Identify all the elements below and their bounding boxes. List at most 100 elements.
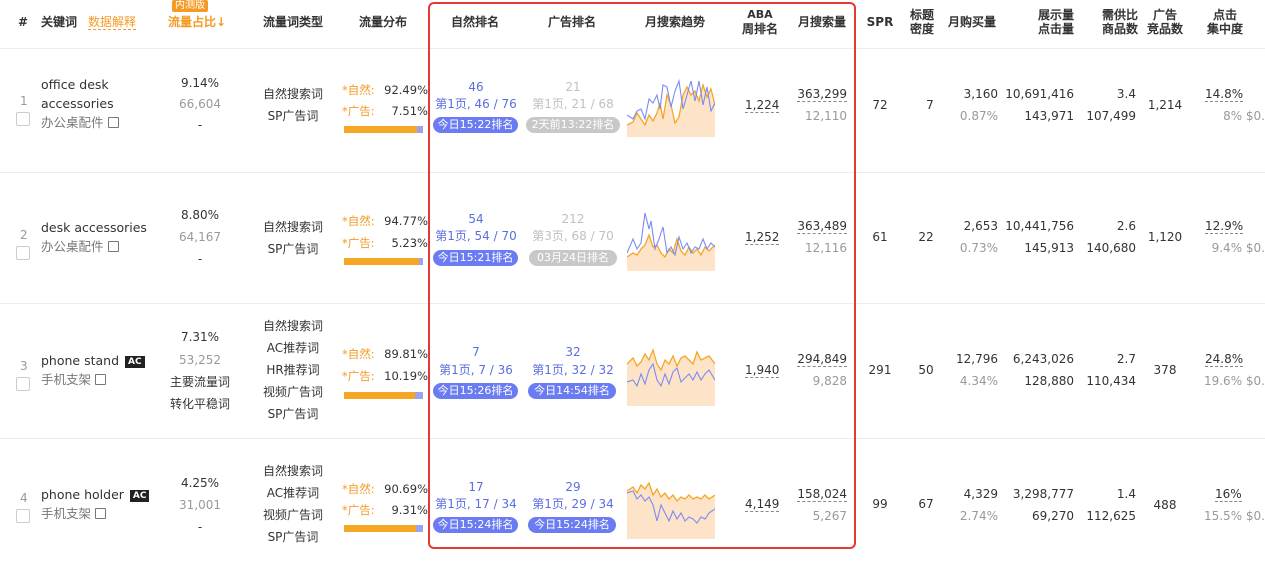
click-concentration[interactable]: 16% <box>1215 487 1242 502</box>
organic-pct: 92.49% <box>384 83 428 97</box>
keyword-text[interactable]: phone stand <box>41 353 119 368</box>
header-ad-competitors-2[interactable]: 竞品数 <box>1144 22 1186 36</box>
keyword-cn: 办公桌配件 <box>41 239 104 254</box>
title-density: 7 <box>926 98 934 112</box>
traffic-type: SP广告词 <box>267 109 319 123</box>
traffic-type: SP广告词 <box>267 407 319 421</box>
click-concentration-sub: 19.6% $0. <box>1203 374 1265 388</box>
traffic-dist-ad <box>415 525 423 532</box>
traffic-share-count: 31,001 <box>179 498 221 512</box>
ad-competitors: 1,214 <box>1147 98 1183 112</box>
header-impressions: 展示量 <box>1037 8 1074 22</box>
header-clicks[interactable]: 点击量 <box>1020 22 1074 36</box>
organic-pct: 90.69% <box>384 482 428 496</box>
traffic-share: 8.80% <box>180 208 220 222</box>
edit-icon[interactable] <box>107 117 119 128</box>
ad-label: *广告: <box>342 236 375 250</box>
edit-icon[interactable] <box>107 241 119 252</box>
traffic-dist-bar <box>344 258 423 265</box>
traffic-share-count: 64,167 <box>179 230 221 244</box>
supply-demand-ratio: 2.7 <box>1116 352 1136 366</box>
traffic-type: SP广告词 <box>267 530 319 544</box>
row-checkbox[interactable] <box>16 246 30 260</box>
keyword-cn: 办公桌配件 <box>41 115 104 130</box>
row-checkbox[interactable] <box>16 377 30 391</box>
traffic-share: 4.25% <box>180 476 220 490</box>
header-products[interactable]: 商品数 <box>1090 22 1138 36</box>
clicks: 143,971 <box>1024 109 1074 123</box>
click-concentration[interactable]: 24.8% <box>1205 352 1244 367</box>
click-concentration[interactable]: 12.9% <box>1205 219 1244 234</box>
ac-badge: AC <box>125 356 145 368</box>
row-index: 3 <box>20 359 28 373</box>
traffic-type: 自然搜索词 <box>262 464 323 478</box>
organic-label: *自然: <box>342 347 375 361</box>
data-explain-link[interactable]: 数据解释 <box>88 15 137 30</box>
monthly-purchase-pct: 4.34% <box>959 374 998 388</box>
header-traffic-share[interactable]: 流量占比↓ <box>168 15 226 29</box>
keyword-text-2[interactable]: accessories <box>41 94 151 113</box>
keyword-cn: 手机支架 <box>41 372 92 387</box>
title-density: 22 <box>918 230 934 244</box>
header-supply-demand: 需供比 <box>1101 8 1138 22</box>
spr-value: 72 <box>872 98 888 112</box>
organic-label: *自然: <box>342 214 375 228</box>
monthly-purchase: 2,653 <box>963 219 998 233</box>
title-density: 50 <box>918 363 934 377</box>
header-title-density-1: 标题 <box>909 8 934 22</box>
keyword-text[interactable]: phone holder <box>41 487 124 502</box>
highlight-box <box>428 2 856 549</box>
header-title-density-2[interactable]: 密度 <box>904 22 940 36</box>
row-checkbox[interactable] <box>16 112 30 126</box>
ad-competitors: 1,120 <box>1147 230 1183 244</box>
keyword-text[interactable]: office desk <box>41 75 151 94</box>
monthly-purchase-pct: 0.73% <box>959 241 998 255</box>
traffic-share: 7.31% <box>180 330 220 344</box>
row-checkbox[interactable] <box>16 509 30 523</box>
ad-competitors: 488 <box>1153 498 1177 512</box>
monthly-purchase: 4,329 <box>963 487 998 501</box>
traffic-share-tag: 转化平稳词 <box>169 397 230 411</box>
edit-icon[interactable] <box>95 374 107 385</box>
edit-icon[interactable] <box>95 508 107 519</box>
traffic-type: 视频广告词 <box>262 508 323 522</box>
header-spr[interactable]: SPR <box>862 15 898 29</box>
traffic-type: 视频广告词 <box>262 385 323 399</box>
monthly-purchase-pct: 0.87% <box>959 109 998 123</box>
impressions: 6,243,026 <box>1012 352 1074 366</box>
header-click-conc-2[interactable]: 集中度 <box>1200 22 1250 36</box>
keyword-text[interactable]: desk accessories <box>41 218 161 237</box>
traffic-type: SP广告词 <box>267 242 319 256</box>
traffic-dist-bar <box>344 392 423 399</box>
products-count: 140,680 <box>1086 241 1136 255</box>
header-monthly-purchase[interactable]: 月购买量 <box>944 15 1000 29</box>
ad-pct: 9.31% <box>391 503 428 517</box>
clicks: 145,913 <box>1024 241 1074 255</box>
organic-label: *自然: <box>342 83 375 97</box>
traffic-type: AC推荐词 <box>266 486 320 500</box>
traffic-share-tag: 主要流量词 <box>169 375 230 389</box>
traffic-dist-bar <box>344 525 423 532</box>
spr-value: 291 <box>868 363 892 377</box>
products-count: 107,499 <box>1086 109 1136 123</box>
traffic-share-extra: - <box>197 118 203 132</box>
impressions: 3,298,777 <box>1012 487 1074 501</box>
ad-label: *广告: <box>342 104 375 118</box>
spr-value: 61 <box>872 230 888 244</box>
traffic-share: 9.14% <box>180 76 220 90</box>
title-density: 67 <box>918 497 934 511</box>
traffic-type: HR推荐词 <box>266 363 320 377</box>
ad-label: *广告: <box>342 503 375 517</box>
organic-label: *自然: <box>342 482 375 496</box>
traffic-dist-bar <box>344 126 423 133</box>
header-keyword[interactable]: 关键词 <box>41 15 77 29</box>
traffic-dist-ad <box>417 126 423 133</box>
organic-pct: 94.77% <box>384 214 428 228</box>
supply-demand-ratio: 2.6 <box>1116 219 1136 233</box>
traffic-share-extra: - <box>197 520 203 534</box>
traffic-type: 自然搜索词 <box>262 220 323 234</box>
monthly-purchase: 3,160 <box>963 87 998 101</box>
header-click-conc-1: 点击 <box>1212 8 1237 22</box>
click-concentration[interactable]: 14.8% <box>1205 87 1244 102</box>
clicks: 69,270 <box>1032 509 1074 523</box>
